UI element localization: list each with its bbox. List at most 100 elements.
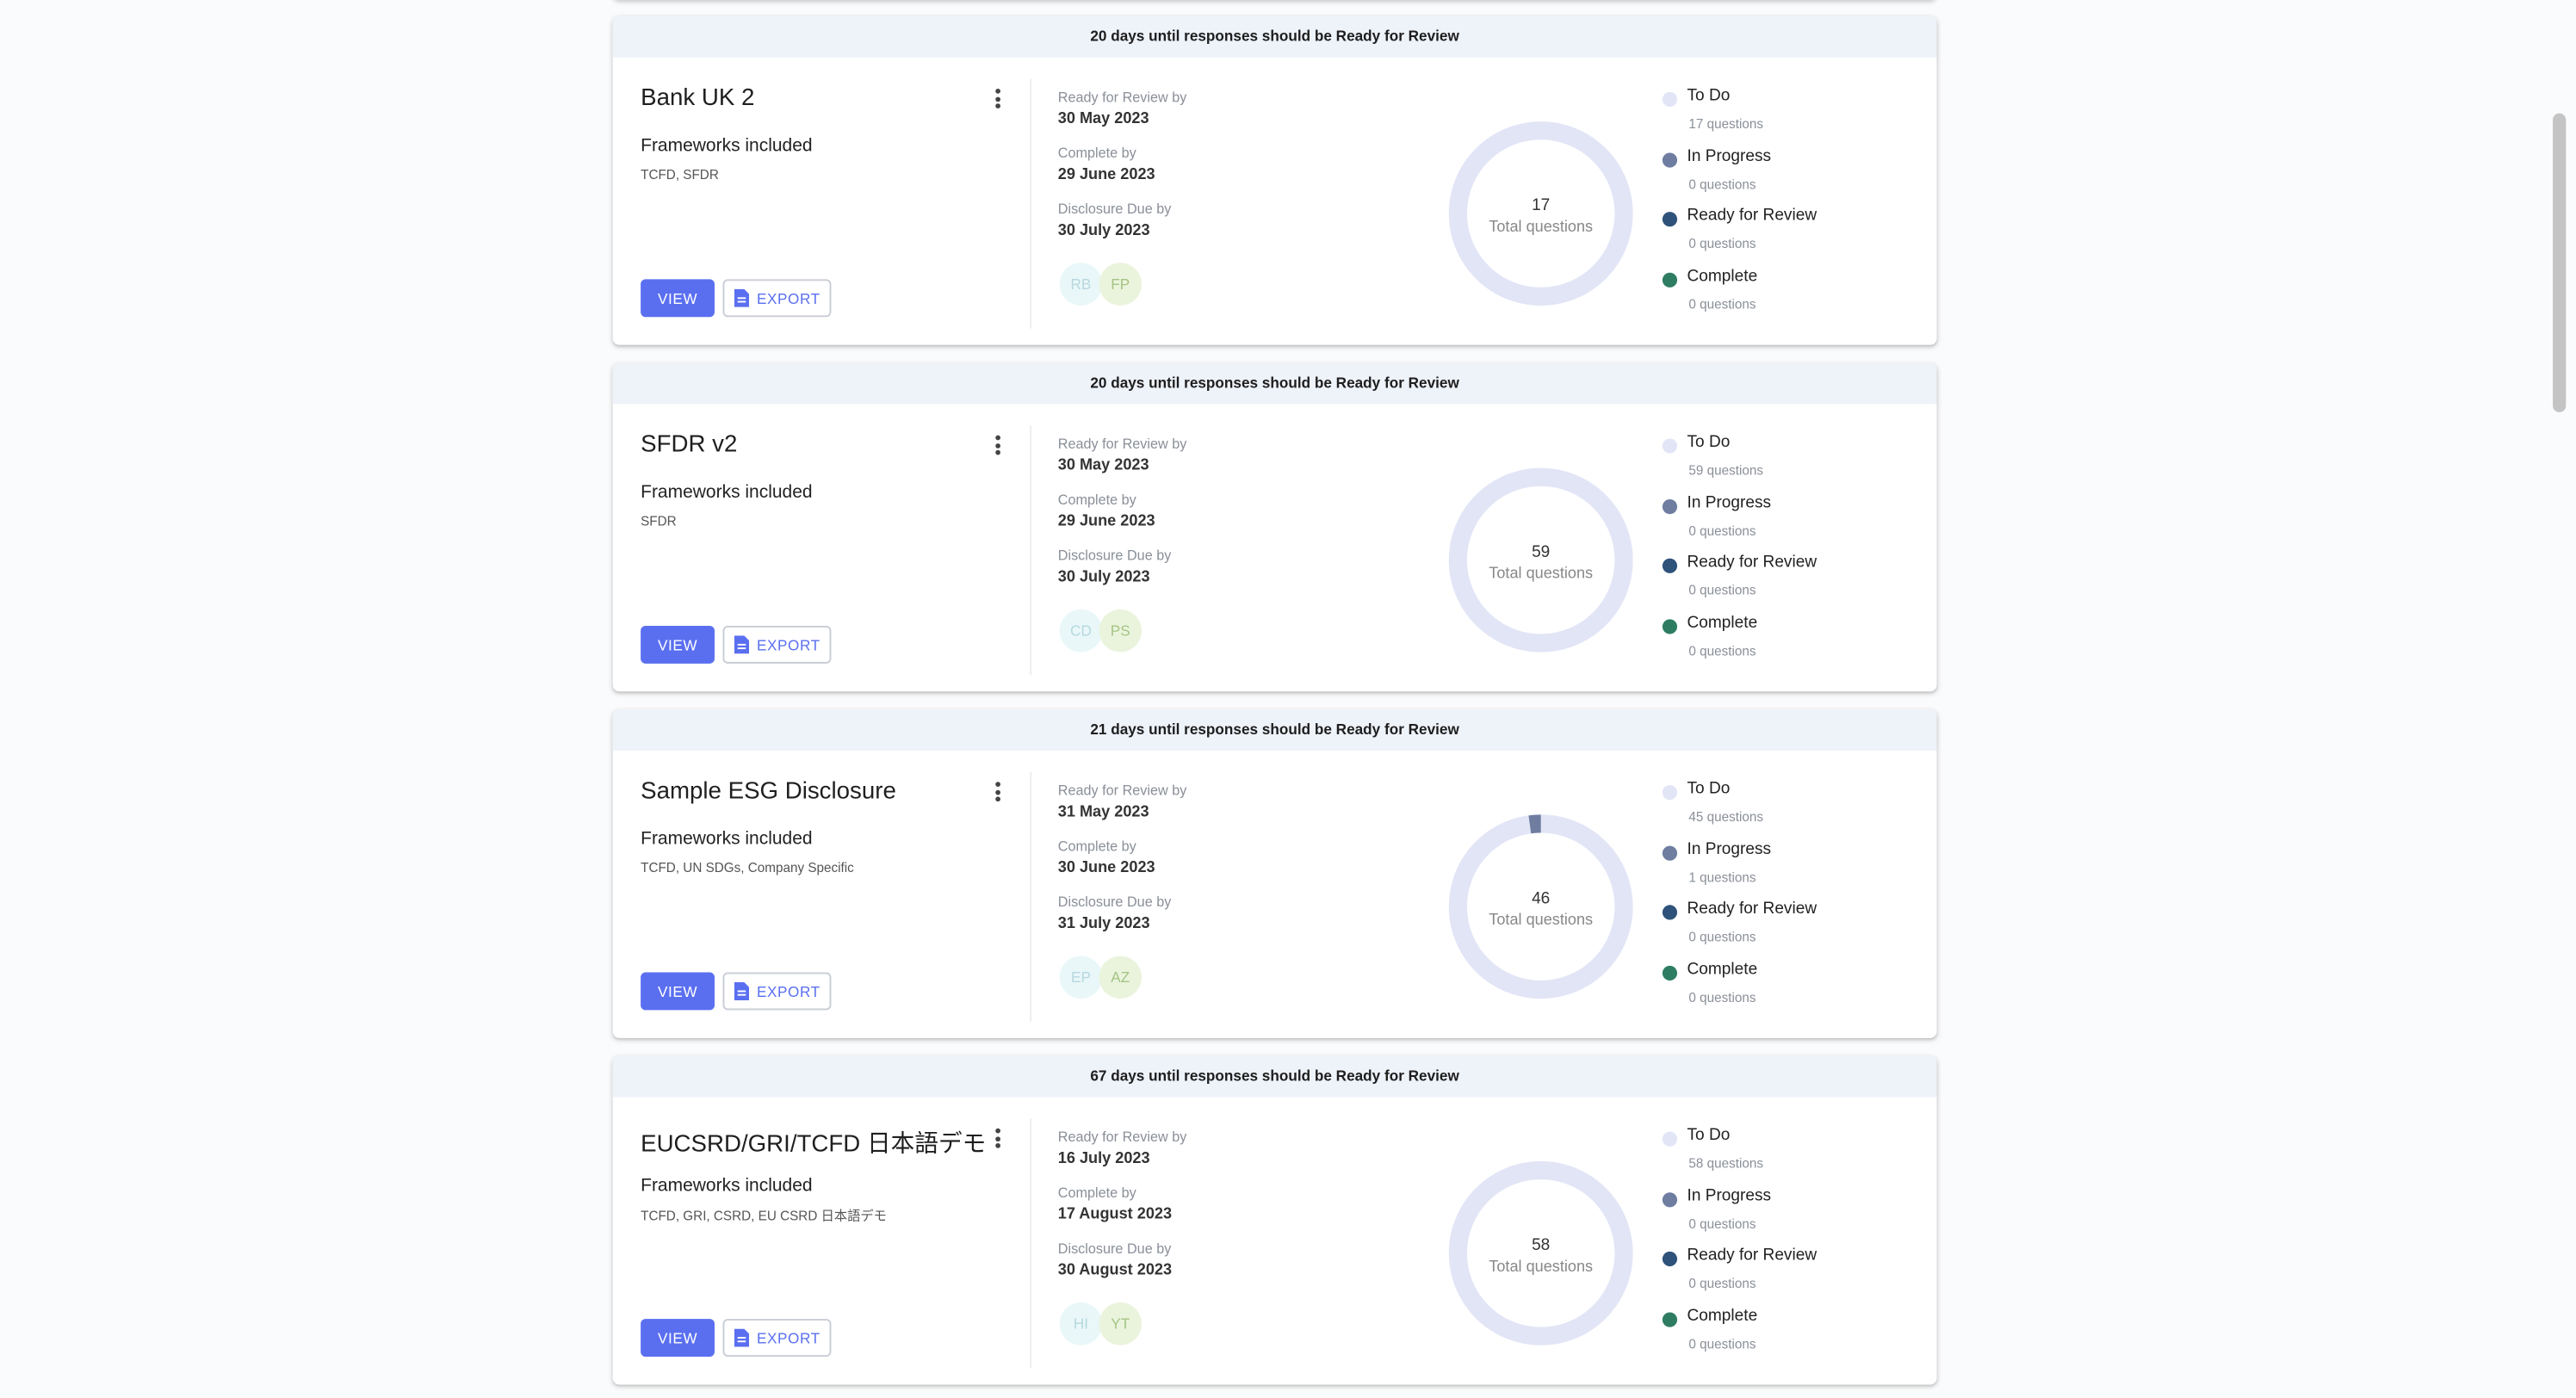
view-button[interactable]: VIEW xyxy=(641,1319,715,1358)
todo-label: To Do xyxy=(1687,87,1731,106)
frameworks-label: Frameworks included xyxy=(641,1176,813,1197)
avatar[interactable]: FP xyxy=(1099,263,1142,306)
in-progress-count: 1 questions xyxy=(1688,869,1756,885)
assignees: CD PS xyxy=(1059,609,1142,653)
export-label: EXPORT xyxy=(756,1329,820,1346)
card-title: Sample ESG Disclosure xyxy=(641,778,896,805)
frameworks-label: Frameworks included xyxy=(641,829,813,850)
ready-by-label: Ready for Review by xyxy=(1057,782,1187,799)
ready-count: 0 questions xyxy=(1688,237,1756,252)
in-progress-label: In Progress xyxy=(1687,147,1772,166)
todo-label: To Do xyxy=(1687,780,1731,799)
ready-label: Ready for Review xyxy=(1687,207,1817,226)
disclosure-due-label: Disclosure Due by xyxy=(1057,200,1172,217)
total-count: 46 xyxy=(1532,889,1550,907)
disclosure-due-date: 30 July 2023 xyxy=(1057,568,1150,587)
progress-donut-chart: 58 Total questions xyxy=(1448,1160,1633,1345)
disclosure-due-date: 31 July 2023 xyxy=(1057,914,1150,933)
todo-label: To Do xyxy=(1687,433,1731,452)
avatar[interactable]: RB xyxy=(1059,263,1103,306)
ready-label: Ready for Review xyxy=(1687,900,1817,919)
assignees: EP AZ xyxy=(1059,956,1142,999)
complete-dot xyxy=(1662,966,1678,981)
kebab-menu-icon[interactable] xyxy=(989,778,1006,805)
kebab-menu-icon[interactable] xyxy=(989,1125,1006,1152)
avatar[interactable]: PS xyxy=(1099,609,1142,653)
ready-by-label: Ready for Review by xyxy=(1057,1128,1187,1145)
deadline-banner: 20 days until responses should be Ready … xyxy=(612,16,1937,58)
avatar[interactable]: YT xyxy=(1099,1302,1142,1345)
export-button[interactable]: EXPORT xyxy=(722,1319,832,1358)
complete-dot xyxy=(1662,1312,1678,1327)
frameworks-label: Frameworks included xyxy=(641,136,813,157)
complete-by-date: 29 June 2023 xyxy=(1057,512,1155,531)
frameworks-list: TCFD, GRI, CSRD, EU CSRD 日本語デモ xyxy=(641,1209,887,1224)
in-progress-label: In Progress xyxy=(1687,493,1772,512)
disclosure-due-label: Disclosure Due by xyxy=(1057,893,1172,911)
avatar[interactable]: HI xyxy=(1059,1302,1103,1345)
divider xyxy=(1030,1118,1032,1369)
ready-by-date: 31 May 2023 xyxy=(1057,803,1149,821)
in-progress-count: 0 questions xyxy=(1688,1216,1756,1232)
ready-count: 0 questions xyxy=(1688,930,1756,945)
divider xyxy=(1030,771,1032,1022)
disclosure-card: 20 days until responses should be Ready … xyxy=(612,362,1937,692)
export-label: EXPORT xyxy=(756,289,820,306)
deadline-banner: 67 days until responses should be Ready … xyxy=(612,1055,1937,1098)
export-button[interactable]: EXPORT xyxy=(722,625,832,664)
kebab-menu-icon[interactable] xyxy=(989,85,1006,112)
in-progress-count: 0 questions xyxy=(1688,176,1756,192)
divider xyxy=(1030,78,1032,329)
todo-count: 45 questions xyxy=(1688,809,1763,825)
export-button[interactable]: EXPORT xyxy=(722,972,832,1011)
in-progress-dot xyxy=(1662,1191,1678,1207)
complete-by-date: 17 August 2023 xyxy=(1057,1205,1173,1224)
dates-column: Ready for Review by 16 July 2023 Complet… xyxy=(1058,1127,1187,1295)
complete-count: 0 questions xyxy=(1688,297,1756,312)
card-title: EUCSRD/GRI/TCFD 日本語デモ xyxy=(641,1131,987,1159)
ready-dot xyxy=(1662,906,1678,921)
disclosure-card: 21 days until responses should be Ready … xyxy=(612,709,1937,1038)
disclosure-due-date: 30 August 2023 xyxy=(1057,1261,1173,1280)
complete-count: 0 questions xyxy=(1688,1337,1756,1352)
card-title: Bank UK 2 xyxy=(641,85,755,112)
complete-by-date: 30 June 2023 xyxy=(1057,858,1155,877)
deadline-banner: 21 days until responses should be Ready … xyxy=(612,709,1937,751)
kebab-menu-icon[interactable] xyxy=(989,432,1006,459)
avatar[interactable]: CD xyxy=(1059,609,1103,653)
complete-label: Complete xyxy=(1687,268,1758,287)
view-button[interactable]: VIEW xyxy=(641,279,715,318)
divider xyxy=(1030,425,1032,676)
export-button[interactable]: EXPORT xyxy=(722,279,832,318)
ready-by-date: 30 May 2023 xyxy=(1057,456,1149,475)
disclosure-card: 67 days until responses should be Ready … xyxy=(612,1055,1937,1385)
export-label: EXPORT xyxy=(756,636,820,653)
complete-label: Complete xyxy=(1687,1307,1758,1326)
dates-column: Ready for Review by 31 May 2023 Complete… xyxy=(1058,780,1187,948)
ready-by-label: Ready for Review by xyxy=(1057,435,1187,452)
total-questions-label: Total questions xyxy=(1489,911,1593,928)
ready-label: Ready for Review xyxy=(1687,1246,1817,1265)
ready-count: 0 questions xyxy=(1688,584,1756,599)
dates-column: Ready for Review by 30 May 2023 Complete… xyxy=(1058,434,1187,602)
ready-dot xyxy=(1662,559,1678,574)
ready-by-date: 16 July 2023 xyxy=(1057,1149,1150,1168)
ready-count: 0 questions xyxy=(1688,1277,1756,1292)
todo-dot xyxy=(1662,785,1678,801)
avatar[interactable]: EP xyxy=(1059,956,1103,999)
document-icon xyxy=(734,981,749,1000)
assignees: RB FP xyxy=(1059,263,1142,306)
document-icon xyxy=(734,635,749,654)
in-progress-label: In Progress xyxy=(1687,1186,1772,1205)
vertical-scrollbar[interactable] xyxy=(2553,113,2567,412)
total-questions-label: Total questions xyxy=(1489,565,1593,582)
frameworks-list: TCFD, SFDR xyxy=(641,167,719,182)
total-count: 58 xyxy=(1532,1236,1550,1254)
view-button[interactable]: VIEW xyxy=(641,972,715,1011)
view-button[interactable]: VIEW xyxy=(641,625,715,664)
progress-donut-chart: 46 Total questions xyxy=(1448,814,1633,999)
complete-count: 0 questions xyxy=(1688,644,1756,659)
avatar[interactable]: AZ xyxy=(1099,956,1142,999)
ready-label: Ready for Review xyxy=(1687,554,1817,572)
todo-count: 17 questions xyxy=(1688,116,1763,132)
